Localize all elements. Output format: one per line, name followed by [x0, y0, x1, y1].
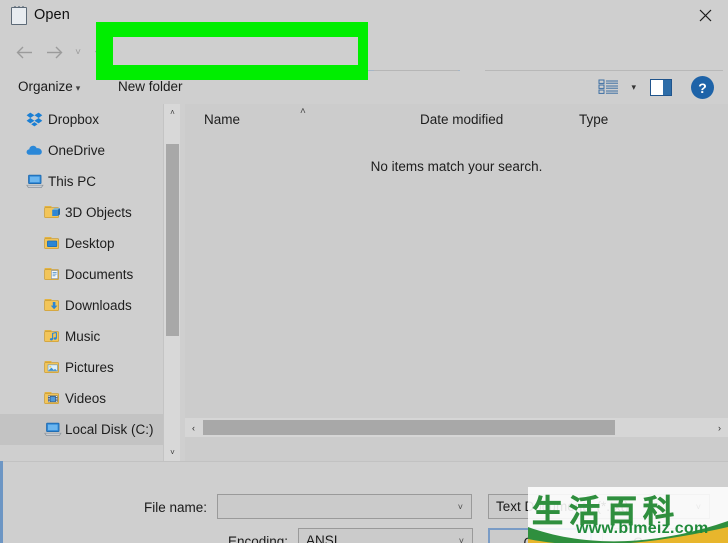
sidebar-item-label: Desktop	[65, 236, 115, 251]
sidebar-item-label: Documents	[65, 267, 134, 282]
chevron-down-icon: ▾	[631, 82, 636, 92]
highlight-annotation-top	[96, 22, 368, 37]
sidebar-item-dropbox[interactable]: Dropbox	[0, 104, 163, 135]
sidebar-item-videos[interactable]: Videos	[0, 383, 163, 414]
encoding-value: ANSI	[306, 533, 338, 543]
close-icon	[699, 9, 711, 21]
folder-documents-icon	[44, 267, 61, 283]
title-bar-left: Open	[10, 6, 70, 25]
open-button[interactable]: Open	[488, 528, 592, 543]
sidebar-item-3d-objects[interactable]: 3D Objects	[0, 197, 163, 228]
sidebar-item-label: OneDrive	[48, 143, 106, 158]
sidebar-item-label: Local Disk (C:)	[65, 422, 154, 437]
view-layout-icon[interactable]	[598, 79, 620, 97]
file-list: ˄ Name Date modified Type No items match…	[185, 104, 728, 461]
sidebar-item-documents[interactable]: Documents	[0, 259, 163, 290]
scroll-up-icon[interactable]: ˄	[164, 104, 181, 121]
organize-label: Organize	[18, 79, 73, 94]
chevron-down-icon: ˅	[457, 501, 463, 512]
encoding-select[interactable]: ANSI ˅	[298, 528, 473, 543]
close-button[interactable]	[682, 0, 728, 30]
help-label: ?	[698, 79, 707, 96]
folder-desktop-icon	[44, 236, 61, 252]
view-dropdown-button[interactable]: ▾	[631, 82, 636, 93]
cancel-button[interactable]: Cancel	[602, 528, 706, 543]
file-name-label: File name:	[144, 500, 208, 515]
onedrive-icon	[26, 143, 43, 159]
footer-accent	[0, 461, 3, 543]
organize-button[interactable]: Organize ▾	[18, 79, 80, 94]
preview-pane-icon[interactable]	[650, 79, 672, 96]
scrollbar-thumb[interactable]	[203, 420, 615, 435]
column-header-name[interactable]: Name	[204, 112, 240, 127]
sidebar-item-label: Music	[65, 329, 101, 344]
sidebar-item-label: Downloads	[65, 298, 132, 313]
sidebar-item-label: 3D Objects	[65, 205, 132, 220]
open-file-dialog: Open ˅ Organize ▾ New folder ▾ ? Dropbox…	[0, 0, 728, 543]
forward-button[interactable]	[42, 40, 66, 64]
scroll-left-icon[interactable]: ‹	[185, 418, 202, 437]
sidebar-item-label: Pictures	[65, 360, 114, 375]
file-list-horizontal-scrollbar[interactable]: ‹ ›	[185, 418, 728, 437]
open-button-label: Open	[523, 534, 557, 543]
notepad-icon	[10, 6, 27, 25]
file-name-input[interactable]: ˅	[217, 494, 472, 519]
encoding-label: Encoding:	[228, 534, 289, 543]
chevron-down-icon: ˅	[75, 46, 81, 58]
highlight-annotation-left	[96, 22, 113, 80]
folder-downloads-icon	[44, 298, 61, 314]
nav-pane-scrollbar[interactable]: ˄ ˅	[163, 104, 181, 461]
sidebar-item-label: Dropbox	[48, 112, 100, 127]
scroll-down-icon[interactable]: ˅	[164, 444, 181, 461]
file-type-select[interactable]: Text Documents (*.txt) ˅	[488, 494, 710, 519]
arrow-right-icon	[46, 46, 62, 58]
sidebar-item-desktop[interactable]: Desktop	[0, 228, 163, 259]
folder-music-icon	[44, 329, 61, 345]
sidebar-item-music[interactable]: Music	[0, 321, 163, 352]
window-title: Open	[34, 7, 70, 23]
dropbox-icon	[26, 112, 43, 128]
chevron-down-icon: ˅	[458, 535, 464, 543]
sidebar-item-this-pc[interactable]: This PC	[0, 166, 163, 197]
scroll-right-icon[interactable]: ›	[711, 418, 728, 437]
chevron-down-icon: ▾	[75, 83, 81, 93]
folder-videos-icon	[44, 391, 61, 407]
empty-list-message: No items match your search.	[370, 159, 543, 174]
column-header-date-modified[interactable]: Date modified	[420, 112, 503, 127]
file-type-value: Text Documents (*.txt)	[496, 499, 629, 514]
back-button[interactable]	[12, 40, 36, 64]
sidebar-item-label: This PC	[48, 174, 97, 189]
recent-locations-button[interactable]: ˅	[70, 40, 86, 64]
chevron-down-icon: ˅	[695, 501, 701, 512]
sidebar-item-onedrive[interactable]: OneDrive	[0, 135, 163, 166]
folder-pictures-icon	[44, 360, 61, 376]
sidebar-item-label: Videos	[65, 391, 107, 406]
arrow-left-icon	[16, 46, 32, 58]
navigation-pane: Dropbox OneDrive This PC 3D Objects Desktop D…	[0, 104, 163, 461]
new-folder-label: New folder	[118, 79, 183, 94]
this-pc-icon	[26, 174, 44, 190]
disk-icon	[44, 422, 62, 438]
folder-3d-icon	[44, 205, 61, 221]
cancel-button-label: Cancel	[632, 534, 676, 543]
sidebar-item-downloads[interactable]: Downloads	[0, 290, 163, 321]
column-header-type[interactable]: Type	[579, 112, 608, 127]
column-headers: ˄ Name Date modified Type	[185, 104, 728, 134]
highlight-annotation-bottom	[96, 65, 368, 80]
help-button[interactable]: ?	[691, 76, 714, 99]
sort-ascending-icon: ˄	[300, 106, 306, 117]
sidebar-item-pictures[interactable]: Pictures	[0, 352, 163, 383]
highlight-annotation-right	[358, 22, 368, 80]
scrollbar-thumb[interactable]	[166, 144, 179, 336]
new-folder-button[interactable]: New folder	[118, 79, 183, 94]
sidebar-item-local-disk-c[interactable]: Local Disk (C:)	[0, 414, 163, 445]
